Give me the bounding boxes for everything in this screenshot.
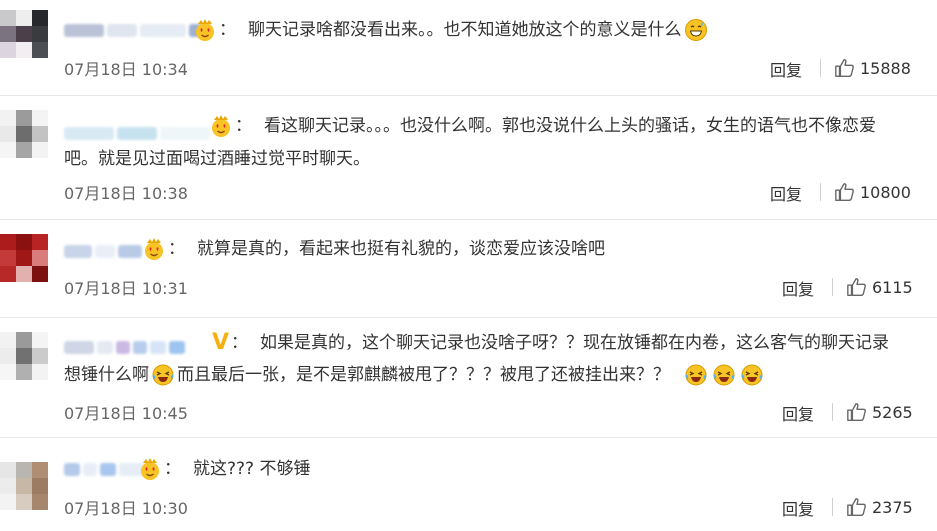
like-count: 6115: [872, 277, 913, 297]
username-blurred[interactable]: [64, 120, 213, 146]
like-count: 2375: [872, 497, 913, 517]
comment-date: 07月18日 10:31: [64, 279, 188, 298]
laughing-tears-emoji-icon: [684, 363, 708, 387]
comment-date: 07月18日 10:45: [64, 404, 188, 423]
comment-text: 聊天记录啥都没看出来。。也不知道她放这个的意义是什么: [248, 20, 682, 40]
reply-button[interactable]: 回复: [782, 496, 814, 520]
avatar[interactable]: [0, 462, 48, 510]
like-button[interactable]: 2375: [846, 496, 913, 518]
crown-heart-eyes-emoji-icon: [209, 114, 233, 138]
like-button[interactable]: 6115: [846, 276, 913, 298]
grinning-sweat-emoji-icon: [684, 18, 708, 42]
comment-text-row: V：如果是真的，这个聊天记录也没啥子呀？？现在放锤都在内卷，这么客气的聊天记录: [212, 328, 889, 358]
comment-item: ：就这??? 不够锤 07月18日 10:30 回复 2375: [0, 438, 937, 531]
like-button[interactable]: 10800: [834, 181, 911, 203]
like-count: 15888: [860, 58, 911, 78]
thumbs-up-icon: [834, 181, 856, 203]
reply-button[interactable]: 回复: [770, 181, 802, 205]
thumbs-up-icon: [846, 276, 868, 298]
avatar[interactable]: [0, 234, 48, 282]
reply-button[interactable]: 回复: [782, 401, 814, 425]
comment-item: ：就算是真的，看起来也挺有礼貌的，谈恋爱应该没啥吧 07月18日 10:31 回…: [0, 220, 937, 318]
crown-heart-eyes-emoji-icon: [138, 457, 162, 481]
comment-text-continued: 想锤什么啊 而且最后一张，是不是郭麒麟被甩了？？？被甩了还被挂出来？？: [64, 360, 766, 390]
avatar[interactable]: [0, 10, 48, 58]
comment-date: 07月18日 10:38: [64, 184, 188, 203]
comment-item: V：如果是真的，这个聊天记录也没啥子呀？？现在放锤都在内卷，这么客气的聊天记录 …: [0, 318, 937, 438]
comment-text-continued: 吧。就是见过面喝过酒睡过觉平时聊天。: [64, 149, 370, 169]
thumbs-up-icon: [846, 401, 868, 423]
divider: [832, 498, 833, 516]
reply-button[interactable]: 回复: [782, 276, 814, 300]
like-count: 10800: [860, 182, 911, 202]
comment-item: ：看这聊天记录。。。也没什么啊。郭也没说什么上头的骚话，女生的语气也不像恋爱 吧…: [0, 96, 937, 220]
comment-text: 就算是真的，看起来也挺有礼貌的，谈恋爱应该没啥吧: [197, 239, 605, 259]
divider: [820, 183, 821, 201]
comment-date: 07月18日 10:34: [64, 60, 188, 79]
laughing-tears-emoji-icon: [151, 363, 175, 387]
crown-heart-eyes-emoji-icon: [193, 18, 217, 42]
comment-date: 07月18日 10:30: [64, 499, 188, 518]
like-count: 5265: [872, 402, 913, 422]
comment-item: ：聊天记录啥都没看出来。。也不知道她放这个的意义是什么 07月18日 10:34…: [0, 0, 937, 96]
comment-text-row: ：聊天记录啥都没看出来。。也不知道她放这个的意义是什么: [193, 15, 710, 45]
comment-text-row: ：就这??? 不够锤: [138, 454, 310, 484]
like-button[interactable]: 15888: [834, 57, 911, 79]
avatar[interactable]: [0, 110, 48, 158]
username-blurred[interactable]: [64, 456, 148, 482]
comment-text: 如果是真的，这个聊天记录也没啥子呀？？现在放锤都在内卷，这么客气的聊天记录: [260, 333, 890, 353]
laughing-tears-emoji-icon: [712, 363, 736, 387]
comment-text: 就这??? 不够锤: [193, 459, 311, 479]
avatar[interactable]: [0, 332, 48, 380]
verified-v-badge-icon[interactable]: V: [212, 328, 229, 358]
reply-button[interactable]: 回复: [770, 57, 802, 81]
comment-text: 看这聊天记录。。。也没什么啊。郭也没说什么上头的骚话，女生的语气也不像恋爱: [264, 116, 876, 136]
username-blurred[interactable]: [64, 334, 188, 360]
username-blurred[interactable]: [64, 17, 206, 43]
thumbs-up-icon: [846, 496, 868, 518]
username-blurred[interactable]: [64, 238, 145, 264]
like-button[interactable]: 5265: [846, 401, 913, 423]
laughing-tears-emoji-icon: [740, 363, 764, 387]
crown-heart-eyes-emoji-icon: [142, 237, 166, 261]
divider: [832, 278, 833, 296]
divider: [832, 403, 833, 421]
thumbs-up-icon: [834, 57, 856, 79]
comment-text-row: ：就算是真的，看起来也挺有礼貌的，谈恋爱应该没啥吧: [142, 234, 605, 264]
comment-text-row: ：看这聊天记录。。。也没什么啊。郭也没说什么上头的骚话，女生的语气也不像恋爱: [209, 111, 876, 141]
divider: [820, 59, 821, 77]
